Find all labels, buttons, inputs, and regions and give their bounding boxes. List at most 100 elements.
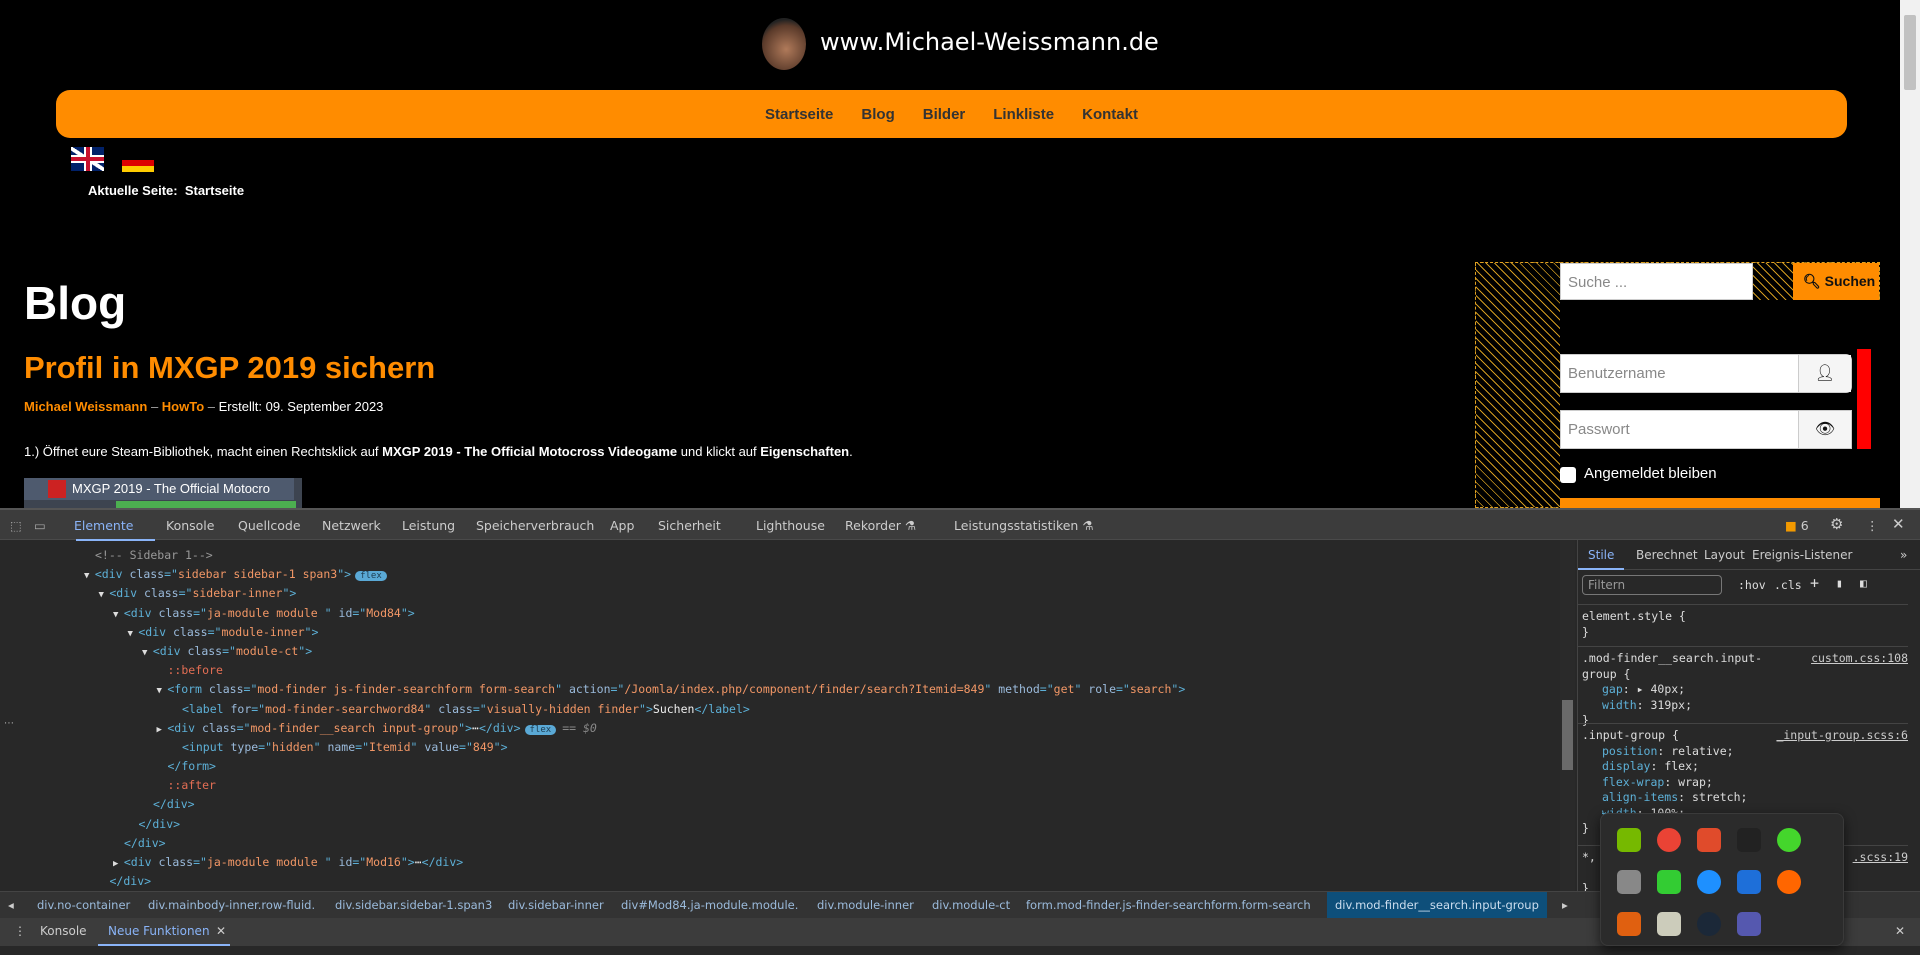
- hov-toggle[interactable]: :hov: [1738, 578, 1766, 592]
- nvidia-icon[interactable]: [1617, 828, 1641, 852]
- tab-quellcode[interactable]: Quellcode: [238, 518, 301, 533]
- scroll-thumb[interactable]: [1562, 700, 1573, 770]
- search-input[interactable]: Suche ...: [1560, 263, 1753, 300]
- nav-kontakt[interactable]: Kontakt: [1082, 106, 1138, 123]
- breadcrumb-node[interactable]: div.module-ct: [932, 898, 1010, 912]
- close-tab-icon[interactable]: ✕: [216, 924, 226, 938]
- tab-rekorder[interactable]: Rekorder ⚗: [845, 518, 916, 533]
- dom-node-line[interactable]: <input type="hidden" name="Itemid" value…: [0, 738, 1560, 757]
- issues-icon[interactable]: ■ 6: [1785, 518, 1809, 533]
- network-error-icon[interactable]: [1617, 870, 1641, 894]
- crumb-left-arrow-icon[interactable]: ◂: [8, 898, 14, 912]
- close-drawer-icon[interactable]: ✕: [1895, 924, 1905, 938]
- breadcrumb-current[interactable]: Startseite: [185, 183, 244, 198]
- author-link[interactable]: Michael Weissmann: [24, 399, 147, 414]
- css-property-value[interactable]: wrap;: [1678, 775, 1713, 789]
- drawer-menu-icon[interactable]: ⋮: [14, 924, 26, 938]
- flex-badge[interactable]: flex: [355, 571, 387, 582]
- tab-elemente[interactable]: Elemente: [74, 518, 133, 533]
- dom-node-line[interactable]: ▼ <form class="mod-finder js-finder-sear…: [0, 680, 1560, 699]
- dom-node-line[interactable]: ::after: [0, 776, 1560, 795]
- lightning-icon[interactable]: [1697, 870, 1721, 894]
- dom-node-line[interactable]: ▼ <div class="module-inner">: [0, 623, 1560, 642]
- cls-toggle[interactable]: .cls: [1774, 578, 1802, 592]
- audio-icon[interactable]: [1777, 870, 1801, 894]
- scroll-thumb[interactable]: [1904, 15, 1916, 90]
- site-title[interactable]: www.Michael-Weissmann.de: [820, 28, 1159, 56]
- razer-icon[interactable]: [1777, 828, 1801, 852]
- defender-warning-icon[interactable]: [1737, 870, 1761, 894]
- remember-checkbox[interactable]: [1560, 467, 1576, 483]
- nav-bilder[interactable]: Bilder: [923, 106, 966, 123]
- expand-arrow-icon[interactable]: ▶: [113, 859, 124, 869]
- css-property-value[interactable]: relative;: [1671, 744, 1733, 758]
- rule-source-link[interactable]: custom.css:108: [1811, 651, 1908, 667]
- java-icon[interactable]: [1617, 912, 1641, 936]
- new-rule-icon[interactable]: +: [1810, 574, 1819, 592]
- breadcrumb-node[interactable]: div.mainbody-inner.row-fluid.: [148, 898, 315, 912]
- css-property-name[interactable]: position: [1582, 744, 1657, 758]
- css-property-name[interactable]: flex-wrap: [1582, 775, 1664, 789]
- close-devtools-icon[interactable]: ✕: [1892, 515, 1905, 533]
- elements-scrollbar[interactable]: [1560, 540, 1575, 898]
- dom-node-line[interactable]: ▶ <div class="mod-finder__search input-g…: [0, 719, 1560, 738]
- tab-konsole[interactable]: Konsole: [166, 518, 214, 533]
- page-scrollbar[interactable]: [1900, 0, 1920, 508]
- category-link[interactable]: HowTo: [162, 399, 204, 414]
- english-flag-icon[interactable]: [71, 147, 104, 171]
- article-title[interactable]: Profil in MXGP 2019 sichern: [24, 350, 435, 386]
- css-property-value[interactable]: stretch;: [1692, 790, 1747, 804]
- collapse-arrow-icon[interactable]: ▼: [84, 571, 95, 581]
- crumb-right-arrow-icon[interactable]: ▸: [1562, 898, 1568, 912]
- css-property-name[interactable]: align-items: [1582, 790, 1678, 804]
- rss-icon[interactable]: [1657, 870, 1681, 894]
- remember-label[interactable]: Angemeldet bleiben: [1584, 465, 1717, 482]
- dom-node-line[interactable]: </div>: [0, 872, 1560, 891]
- collapse-arrow-icon[interactable]: ▼: [99, 590, 110, 600]
- rule-source-link[interactable]: .scss:19: [1853, 850, 1908, 866]
- breadcrumb-node[interactable]: div.no-container: [37, 898, 130, 912]
- password-input[interactable]: Passwort 👁︎: [1560, 410, 1852, 449]
- more-options-icon[interactable]: ⋮: [1866, 518, 1879, 533]
- css-rule[interactable]: .mod-finder__search.input- group {custom…: [1578, 646, 1908, 733]
- tab-netzwerk[interactable]: Netzwerk: [322, 518, 381, 533]
- breadcrumb-node[interactable]: div.mod-finder__search.input-group: [1327, 892, 1547, 918]
- teams-icon[interactable]: [1737, 912, 1761, 936]
- tab-app[interactable]: App: [610, 518, 634, 533]
- dom-node-line[interactable]: <label for="mod-finder-searchword84" cla…: [0, 700, 1560, 719]
- tab-leistung[interactable]: Leistung: [402, 518, 455, 533]
- css-property-name[interactable]: gap: [1582, 682, 1623, 696]
- css-property-value[interactable]: ▸ 40px;: [1637, 682, 1685, 696]
- breadcrumb-node[interactable]: div.sidebar.sidebar-1.span3: [335, 898, 492, 912]
- styles-tab-1[interactable]: Berechnet: [1636, 548, 1698, 562]
- sidebar-toggle-icon[interactable]: ◧: [1860, 576, 1867, 590]
- collapse-arrow-icon[interactable]: ▼: [157, 686, 168, 696]
- css-rule[interactable]: element.style {}: [1578, 604, 1908, 644]
- username-input[interactable]: Benutzername 👤︎: [1560, 354, 1852, 393]
- steam-icon[interactable]: [1697, 912, 1721, 936]
- nav-blog[interactable]: Blog: [861, 106, 894, 123]
- more-tabs-icon[interactable]: »: [1900, 548, 1907, 562]
- settings-gear-icon[interactable]: ⚙: [1830, 515, 1843, 533]
- dom-node-line[interactable]: <!-- Sidebar 1-->: [0, 546, 1560, 565]
- collapse-arrow-icon[interactable]: ▼: [142, 648, 153, 658]
- login-button-edge[interactable]: [1560, 498, 1880, 508]
- paint-brush-icon[interactable]: ▮: [1836, 576, 1843, 590]
- dom-node-line[interactable]: ▼ <div class="module-ct">: [0, 642, 1560, 661]
- dom-node-line[interactable]: </form>: [0, 757, 1560, 776]
- dom-node-line[interactable]: ▼ <div class="sidebar sidebar-1 span3"> f…: [0, 565, 1560, 584]
- nav-linkliste[interactable]: Linkliste: [993, 106, 1054, 123]
- dom-node-line[interactable]: ▶ <div class="ja-module module " id="Mod…: [0, 853, 1560, 872]
- inspect-icon[interactable]: ⬚: [10, 518, 22, 533]
- expand-arrow-icon[interactable]: ▶: [157, 725, 168, 735]
- german-flag-icon[interactable]: [122, 154, 154, 172]
- css-property-name[interactable]: width: [1582, 698, 1637, 712]
- styles-tab-3[interactable]: Ereignis-Listener: [1752, 548, 1852, 562]
- nav-startseite[interactable]: Startseite: [765, 106, 833, 123]
- css-property-value[interactable]: 319px;: [1650, 698, 1692, 712]
- styles-filter-input[interactable]: Filtern: [1582, 575, 1722, 595]
- ccleaner-icon[interactable]: [1697, 828, 1721, 852]
- breadcrumb-node[interactable]: div.module-inner: [817, 898, 914, 912]
- dom-node-line[interactable]: </div>: [0, 795, 1560, 814]
- css-property-value[interactable]: flex;: [1664, 759, 1699, 773]
